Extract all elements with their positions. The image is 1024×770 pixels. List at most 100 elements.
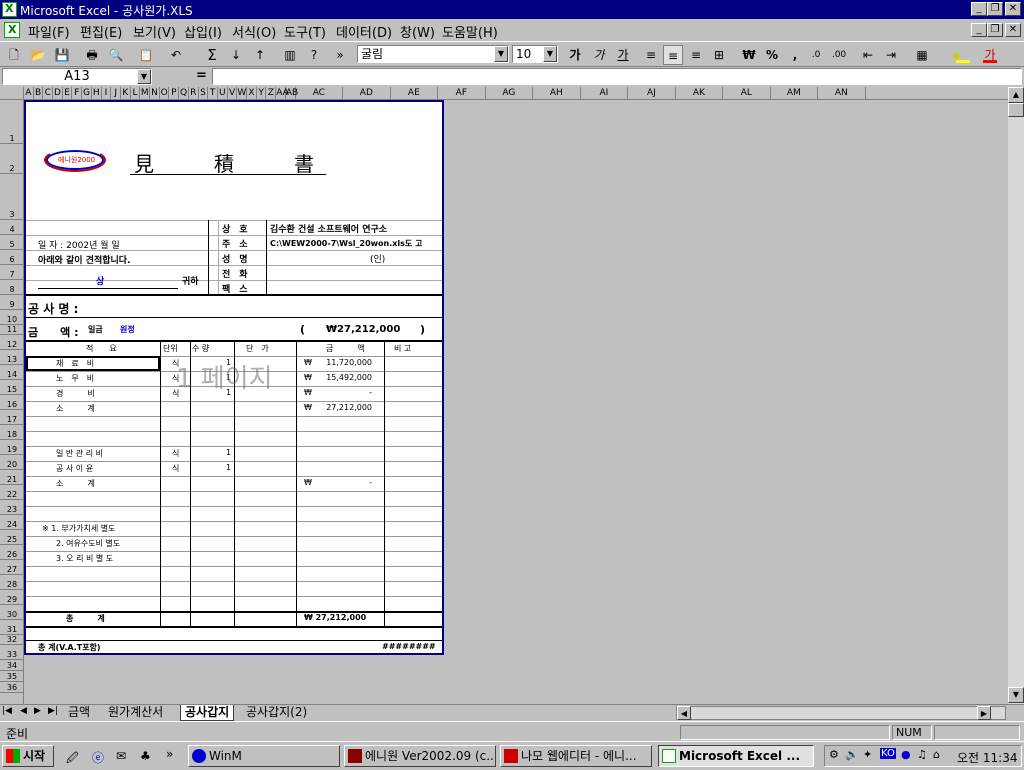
tray-icon-3[interactable]: ✦ [863, 748, 872, 761]
column-header-ah[interactable]: AH [533, 87, 581, 100]
column-header-ac[interactable]: AC [296, 87, 344, 100]
task-winm[interactable]: WinM [188, 745, 340, 767]
ime-mode-icon[interactable]: ● [901, 748, 911, 761]
minimize-button[interactable]: _ [971, 2, 987, 16]
column-header-o[interactable]: O [160, 87, 170, 100]
column-header-j[interactable]: J [111, 87, 121, 100]
row-header-1[interactable]: 1 [0, 100, 24, 144]
scroll-thumb[interactable] [1008, 103, 1024, 117]
row-header-12[interactable]: 12 [0, 335, 24, 350]
column-header-ak[interactable]: AK [676, 87, 724, 100]
comma-button[interactable]: , [785, 45, 805, 65]
tray-icon-1[interactable]: ⚙ [829, 748, 839, 761]
doc-minimize-button[interactable]: _ [971, 23, 987, 37]
estimate-sheet[interactable]: 에니원2000 見 積 書 상 호 김수환 건설 소프트웨어 연구소 일 자 :… [24, 100, 444, 655]
quicklaunch-desktop-icon[interactable]: 🖉 [66, 749, 79, 770]
column-header-s[interactable]: S [199, 87, 209, 100]
row-header-13[interactable]: 13 [0, 350, 24, 365]
tray-icon-7[interactable]: ⌂ [933, 748, 940, 761]
column-header-m[interactable]: M [140, 87, 151, 100]
row-header-2[interactable]: 2 [0, 144, 24, 174]
quicklaunch-outlook-icon[interactable]: ✉ [116, 749, 126, 763]
sort-desc-icon[interactable]: ↑ [250, 45, 270, 65]
column-header-e[interactable]: E [63, 87, 73, 100]
row-header-7[interactable]: 7 [0, 265, 24, 280]
column-header-a[interactable]: A [24, 87, 34, 100]
merge-center-icon[interactable]: ⊞ [709, 45, 729, 65]
size-dropdown-icon[interactable]: ▼ [543, 46, 557, 62]
currency-button[interactable]: ₩ [739, 45, 759, 65]
vertical-scrollbar[interactable]: ▲ ▼ [1008, 87, 1024, 704]
align-left-icon[interactable]: ≡ [641, 45, 661, 65]
column-header-aa[interactable]: AA [276, 87, 289, 100]
menu-help[interactable]: 도움말(H) [442, 22, 498, 41]
row-header-25[interactable]: 25 [0, 530, 24, 545]
scroll-up-icon[interactable]: ▲ [1008, 87, 1024, 103]
start-button[interactable]: 시작 [2, 745, 54, 767]
font-size-select[interactable]: 10 ▼ [512, 45, 558, 63]
column-header-an[interactable]: AN [818, 87, 866, 100]
row-header-14[interactable]: 14 [0, 365, 24, 380]
menu-view[interactable]: 보기(V) [133, 22, 176, 41]
quicklaunch-app-icon[interactable]: ♣ [140, 749, 151, 763]
first-sheet-icon[interactable]: |◀ [2, 706, 12, 716]
row-header-10[interactable]: 10 [0, 310, 24, 325]
column-header-b[interactable]: B [34, 87, 44, 100]
row-header-31[interactable]: 31 [0, 620, 24, 635]
row-header-8[interactable]: 8 [0, 280, 24, 295]
column-header-am[interactable]: AM [771, 87, 819, 100]
italic-button[interactable]: 가 [589, 45, 609, 65]
row-header-32[interactable]: 32 [0, 635, 24, 645]
select-all-button[interactable] [0, 87, 24, 100]
formula-input[interactable] [212, 68, 1022, 85]
sort-asc-icon[interactable]: ↓ [226, 45, 246, 65]
increase-indent-icon[interactable]: ⇥ [881, 45, 901, 65]
row-header-16[interactable]: 16 [0, 395, 24, 410]
row-header-18[interactable]: 18 [0, 425, 24, 440]
column-header-u[interactable]: U [218, 87, 228, 100]
save-icon[interactable]: 💾 [52, 45, 72, 65]
volume-icon[interactable]: 🔈 [845, 748, 859, 761]
column-header-x[interactable]: X [247, 87, 257, 100]
workbook-icon[interactable] [4, 22, 20, 38]
percent-button[interactable]: % [762, 45, 782, 65]
quicklaunch-ie-icon[interactable]: ⓔ [92, 749, 104, 766]
prev-sheet-icon[interactable]: ◀ [20, 706, 27, 716]
font-select[interactable]: 굴림 ▼ [357, 45, 509, 63]
tab-wonga[interactable]: 원가계산서 [104, 705, 167, 721]
row-header-6[interactable]: 6 [0, 250, 24, 265]
menu-tools[interactable]: 도구(T) [284, 22, 326, 41]
menu-format[interactable]: 서식(O) [232, 22, 276, 41]
task-anyone[interactable]: 에니원 Ver2002.09 (c... [344, 745, 496, 767]
formula-equals[interactable]: = [196, 68, 207, 83]
menu-edit[interactable]: 편집(E) [80, 22, 122, 41]
row-header-24[interactable]: 24 [0, 515, 24, 530]
horizontal-scrollbar[interactable]: ◀ ▶ [676, 706, 1006, 720]
close-button[interactable]: ✕ [1005, 2, 1021, 16]
more-buttons-icon[interactable]: » [330, 45, 350, 65]
column-header-p[interactable]: P [170, 87, 180, 100]
row-header-19[interactable]: 19 [0, 440, 24, 455]
excel-app-icon[interactable] [2, 2, 17, 17]
column-header-ae[interactable]: AE [391, 87, 439, 100]
column-header-k[interactable]: K [121, 87, 131, 100]
row-header-33[interactable]: 33 [0, 645, 24, 660]
row-header-26[interactable]: 26 [0, 545, 24, 560]
row-header-4[interactable]: 4 [0, 220, 24, 235]
column-header-c[interactable]: C [43, 87, 54, 100]
tab-geumaek[interactable]: 금액 [64, 705, 94, 721]
row-header-34[interactable]: 34 [0, 660, 24, 671]
column-header-ag[interactable]: AG [486, 87, 534, 100]
help-icon[interactable]: ? [304, 45, 324, 65]
column-header-g[interactable]: G [82, 87, 92, 100]
doc-restore-button[interactable]: ❐ [987, 23, 1003, 37]
column-header-w[interactable]: W [237, 87, 248, 100]
row-header-28[interactable]: 28 [0, 575, 24, 590]
column-header-al[interactable]: AL [723, 87, 771, 100]
chart-wizard-icon[interactable]: ▥ [280, 45, 300, 65]
menu-window[interactable]: 창(W) [400, 22, 435, 41]
align-right-icon[interactable]: ≡ [686, 45, 706, 65]
column-header-y[interactable]: Y [257, 87, 267, 100]
column-header-t[interactable]: T [208, 87, 218, 100]
scroll-left-icon[interactable]: ◀ [677, 706, 691, 720]
